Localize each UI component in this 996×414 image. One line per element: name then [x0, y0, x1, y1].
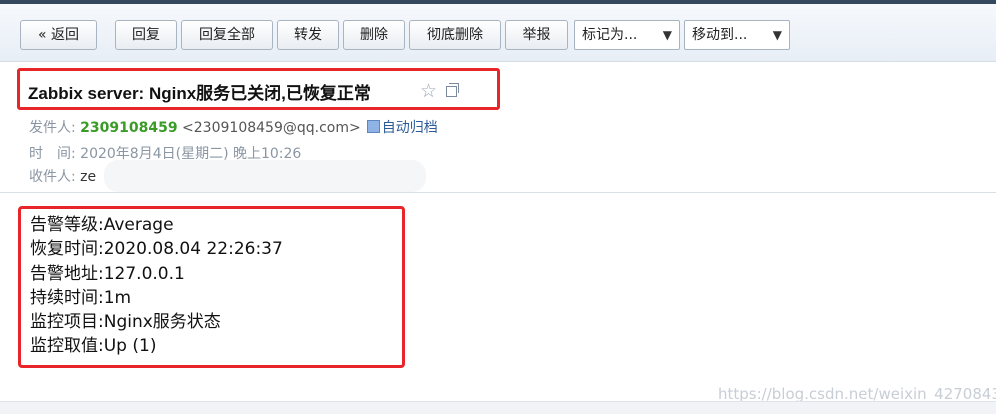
header-divider [0, 192, 996, 193]
body-line: 恢复时间:2020.08.04 22:26:37 [30, 239, 283, 260]
body-line: 监控项目:Nginx服务状态 [30, 312, 221, 333]
time-label: 时 间: [29, 146, 76, 162]
body-line: 监控取值:Up (1) [30, 336, 157, 357]
delete-permanently-button[interactable]: 彻底删除 [409, 20, 501, 50]
forward-button[interactable]: 转发 [277, 20, 339, 50]
sender-name[interactable]: 2309108459 [80, 120, 177, 136]
mark-as-label: 标记为... [582, 27, 638, 43]
reply-all-button[interactable]: 回复全部 [181, 20, 273, 50]
archive-icon[interactable] [366, 120, 380, 133]
sender-row: 发件人: 2309108459 <2309108459@qq.com> 自动归档 [29, 117, 438, 137]
report-button[interactable]: 举报 [505, 20, 568, 50]
body-line: 告警等级:Average [30, 215, 174, 235]
footer-bar [0, 401, 996, 414]
dropdown-arrow-icon: ▼ [662, 28, 672, 42]
delete-button[interactable]: 删除 [343, 20, 405, 50]
to-label: 收件人: [29, 169, 76, 185]
mail-body: 告警等级:Average 恢复时间:2020.08.04 22:26:37 告警… [30, 213, 283, 359]
new-window-icon-back [449, 83, 459, 93]
body-line: 持续时间:1m [30, 287, 132, 308]
from-label: 发件人: [29, 120, 76, 136]
star-icon[interactable]: ☆ [420, 80, 437, 102]
dropdown-arrow-icon: ▼ [772, 28, 782, 42]
redaction-blur [104, 160, 426, 192]
mark-as-select[interactable]: 标记为... ▼ [574, 20, 680, 50]
sender-address: <2309108459@qq.com> [182, 120, 361, 136]
back-button[interactable]: « 返回 [20, 20, 97, 50]
recipient-row: 收件人: ze [29, 166, 96, 186]
mail-subject: Zabbix server: Nginx服务已关闭,已恢复正常 [28, 84, 371, 103]
reply-button[interactable]: 回复 [115, 20, 177, 50]
recipient-value: ze [80, 169, 97, 185]
body-line: 告警地址:127.0.0.1 [30, 263, 185, 284]
mail-toolbar: « 返回 回复 回复全部 转发 删除 彻底删除 举报 标记为... ▼ 移动到.… [0, 4, 996, 62]
move-to-select[interactable]: 移动到... ▼ [684, 20, 790, 50]
move-to-label: 移动到... [692, 27, 748, 43]
auto-archive-link[interactable]: 自动归档 [382, 120, 438, 136]
